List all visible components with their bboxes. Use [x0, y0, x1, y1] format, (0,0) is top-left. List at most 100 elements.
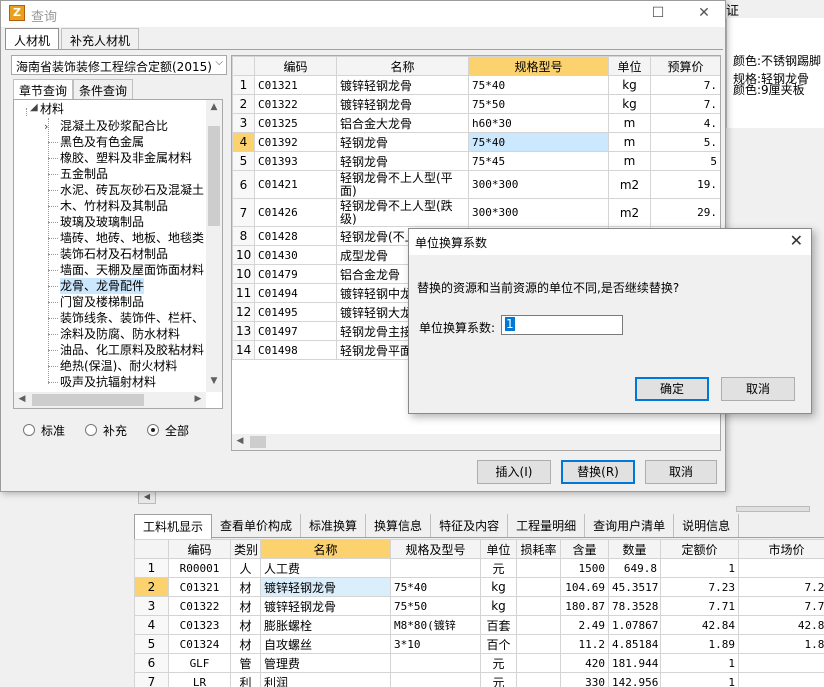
collapse-icon[interactable]: ◢ [30, 102, 38, 113]
tree-item[interactable]: 墙面、天棚及屋面饰面材料 [60, 262, 204, 278]
query-titlebar[interactable]: Z 查询 ☐ ✕ [1, 1, 725, 27]
cell-name[interactable]: 镀锌轻钢龙骨 [336, 75, 469, 95]
radio-dot-selected[interactable] [147, 424, 160, 436]
radio-supplement[interactable]: 补充 [85, 421, 127, 439]
cell-name[interactable]: 镀锌轻钢龙骨 [336, 94, 469, 114]
tree-item[interactable]: 吸声及抗辐射材料 [60, 374, 156, 390]
scroll-down-icon[interactable]: ▼ [206, 376, 222, 386]
cell-code[interactable]: C01495 [254, 302, 337, 322]
scroll-thumb[interactable] [32, 394, 144, 406]
col-header-loss[interactable]: 损耗率 [516, 539, 561, 559]
cell-code[interactable]: C01392 [254, 132, 337, 152]
cell-code[interactable]: C01323 [168, 615, 231, 635]
cell-name[interactable]: 自攻螺丝 [260, 634, 391, 654]
cell-code[interactable]: C01498 [254, 340, 337, 360]
radio-dot[interactable] [23, 424, 35, 436]
cell-price[interactable]: 7. [650, 75, 720, 95]
tree-item[interactable]: 墙砖、地砖、地板、地毯类 [60, 230, 204, 246]
cell-content[interactable]: 1500 [560, 558, 609, 578]
cell-type[interactable]: 材 [230, 615, 261, 635]
col-header-qty[interactable]: 数量 [608, 539, 661, 559]
radio-all[interactable]: 全部 [147, 421, 189, 439]
cell-name[interactable]: 镀锌轻钢龙骨 [260, 596, 391, 616]
table-row[interactable]: 1 C01321 镀锌轻钢龙骨 75*40 kg 7. [232, 75, 720, 95]
cell-content[interactable]: 180.87 [560, 596, 609, 616]
cell-unit[interactable]: m [608, 132, 651, 152]
scroll-left-icon[interactable]: ◀ [14, 394, 30, 404]
chevron-right-icon[interactable]: › [44, 120, 48, 133]
cell-content[interactable]: 11.2 [560, 634, 609, 654]
cell-market-price[interactable]: 7.71 [738, 596, 824, 616]
table-row[interactable]: 4 C01323 材 膨胀螺栓 M8*80(镀锌 百套 2.49 1.07867… [134, 615, 824, 635]
scroll-right-icon[interactable]: ▶ [190, 394, 206, 404]
cell-quota-price[interactable]: 7.23 [660, 577, 739, 597]
replace-button[interactable]: 替换(R) [561, 460, 635, 484]
cell-qty[interactable]: 45.3517 [608, 577, 661, 597]
tree-item[interactable]: 五金制品 [60, 166, 108, 182]
cell-code[interactable]: C01321 [168, 577, 231, 597]
cell-code[interactable]: C01393 [254, 151, 337, 171]
cell-market-price[interactable]: 1 [738, 672, 824, 687]
col-header-unit[interactable]: 单位 [480, 539, 517, 559]
cell-unit[interactable]: m2 [608, 170, 651, 199]
scroll-thumb[interactable] [250, 436, 266, 448]
cell-market-price[interactable]: 7.23 [738, 577, 824, 597]
cell-quota-price[interactable]: 1 [660, 558, 739, 578]
cell-qty[interactable]: 181.944 [608, 653, 661, 673]
cell-content[interactable]: 104.69 [560, 577, 609, 597]
cell-code[interactable]: C01479 [254, 264, 337, 284]
col-header-name[interactable]: 名称 [260, 539, 391, 559]
scroll-left-icon[interactable]: ◀ [232, 436, 248, 446]
col-header-type[interactable]: 类别 [230, 539, 261, 559]
cell-price[interactable]: 5 [650, 151, 720, 171]
tab-unit-price[interactable]: 查看单价构成 [212, 514, 302, 537]
conversion-factor-input[interactable]: 1 [501, 315, 623, 335]
tree-item-selected[interactable]: 龙骨、龙骨配件 [60, 278, 145, 294]
cell-price[interactable]: 4. [650, 113, 720, 133]
cancel-button[interactable]: 取消 [645, 460, 717, 484]
tree-item[interactable]: 装饰线条、装饰件、栏杆、 [60, 310, 204, 326]
col-header-spec[interactable]: 规格型号 [468, 56, 609, 76]
cell-market-price[interactable]: 42.84 [738, 615, 824, 635]
cell-spec[interactable]: 300*300 [468, 170, 609, 199]
cell-spec[interactable] [390, 558, 481, 578]
cell-spec[interactable]: 75*40 [468, 132, 609, 152]
table-row[interactable]: 1 R00001 人 人工费 元 1500 649.8 1 1 [134, 558, 824, 578]
tree-vscrollbar[interactable]: ▲ ▼ [206, 100, 222, 392]
cell-code[interactable]: C01428 [254, 226, 337, 246]
cell-name[interactable]: 轻钢龙骨 [336, 151, 469, 171]
col-header-content[interactable]: 含量 [560, 539, 609, 559]
table-row-selected[interactable]: 4 C01392 轻钢龙骨 75*40 m 5. [232, 132, 720, 152]
dialog-titlebar[interactable]: 单位换算系数 ✕ [409, 229, 811, 255]
table-row[interactable]: 2 C01321 材 镀锌轻钢龙骨 75*40 kg 104.69 45.351… [134, 577, 824, 597]
cell-content[interactable]: 330 [560, 672, 609, 687]
col-header-code[interactable]: 编码 [168, 539, 231, 559]
cell-code[interactable]: C01322 [168, 596, 231, 616]
cell-unit[interactable]: kg [480, 577, 517, 597]
cell-unit[interactable]: 百个 [480, 634, 517, 654]
tab-condition-query[interactable]: 条件查询 [73, 79, 134, 99]
tree-item[interactable]: 玻璃及玻璃制品 [60, 214, 144, 230]
cell-name[interactable]: 人工费 [260, 558, 391, 578]
cell-code[interactable]: C01321 [254, 75, 337, 95]
cell-type[interactable]: 材 [230, 577, 261, 597]
cell-qty[interactable]: 142.956 [608, 672, 661, 687]
cell-price[interactable]: 5. [650, 132, 720, 152]
cell-loss[interactable] [516, 634, 561, 654]
col-header-quota-price[interactable]: 定额价 [660, 539, 739, 559]
tab-conversion-info[interactable]: 换算信息 [366, 514, 432, 537]
cell-quota-price[interactable]: 1 [660, 672, 739, 687]
cell-qty[interactable]: 649.8 [608, 558, 661, 578]
cell-name[interactable]: 镀锌轻钢龙骨 [260, 577, 391, 597]
tree-item[interactable]: 混凝土及砂浆配合比 [60, 118, 168, 134]
cell-price[interactable]: 7. [650, 94, 720, 114]
cell-market-price[interactable]: 1 [738, 558, 824, 578]
cell-unit[interactable]: kg [608, 94, 651, 114]
cell-spec[interactable]: 75*40 [390, 577, 481, 597]
cell-market-price[interactable]: 1.89 [738, 634, 824, 654]
cell-unit[interactable]: m [608, 113, 651, 133]
table-row[interactable]: 5 C01324 材 自攻螺丝 3*10 百个 11.2 4.85184 1.8… [134, 634, 824, 654]
tree-item[interactable]: 门窗及楼梯制品 [60, 294, 144, 310]
cell-unit[interactable]: 元 [480, 558, 517, 578]
cell-loss[interactable] [516, 653, 561, 673]
